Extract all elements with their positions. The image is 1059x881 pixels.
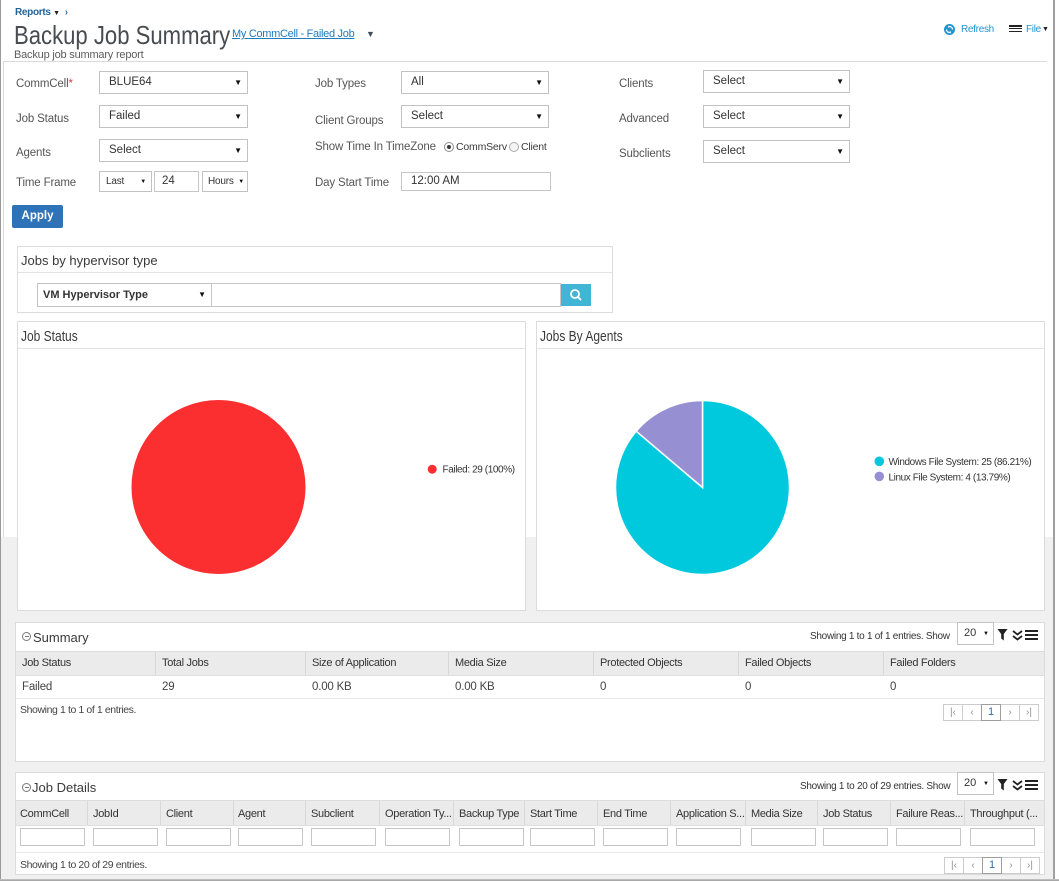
svg-text:Linux File System: 4 (13.79%): Linux File System: 4 (13.79%) [889,473,1011,484]
svg-text:Failed: 29 (100%): Failed: 29 (100%) [443,465,515,476]
svg-text:Windows File System: 25 (86.21: Windows File System: 25 (86.21%) [889,457,1032,468]
